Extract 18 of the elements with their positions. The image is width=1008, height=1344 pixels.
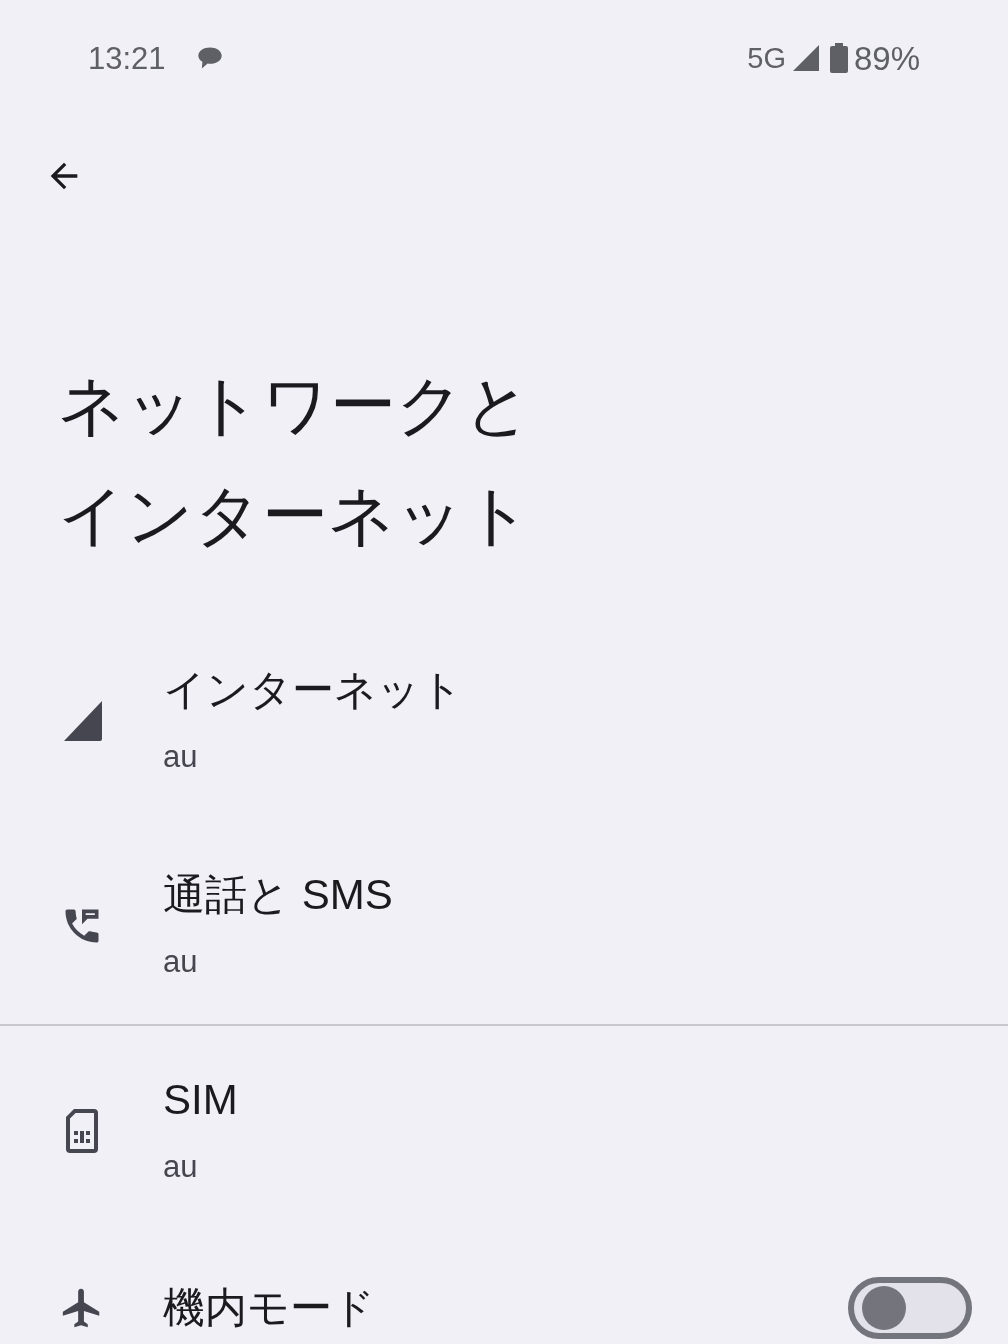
item-title: SIM xyxy=(163,1075,239,1125)
item-summary: au xyxy=(163,1148,199,1186)
network-type: 5G xyxy=(747,43,786,73)
battery-icon xyxy=(829,43,848,73)
page-title: ネットワークと xyxy=(58,367,533,444)
item-summary: au xyxy=(163,738,199,776)
item-summary: au xyxy=(163,943,199,981)
settings-item[interactable]: 機内モード xyxy=(0,1233,1008,1344)
battery-percentage: 89% xyxy=(853,41,920,75)
clock: 13:21 xyxy=(88,42,166,74)
page-title: インターネット xyxy=(58,477,533,554)
settings-item[interactable]: SIM au xyxy=(0,1028,1008,1233)
item-title: インターネット xyxy=(163,665,464,715)
item-title: 機内モード xyxy=(163,1283,376,1333)
settings-item[interactable]: 通話と SMS au xyxy=(0,823,1008,1028)
settings-item[interactable]: インターネット au xyxy=(0,618,1008,823)
signal-icon xyxy=(791,44,820,72)
item-title: 通話と SMS xyxy=(163,870,394,920)
